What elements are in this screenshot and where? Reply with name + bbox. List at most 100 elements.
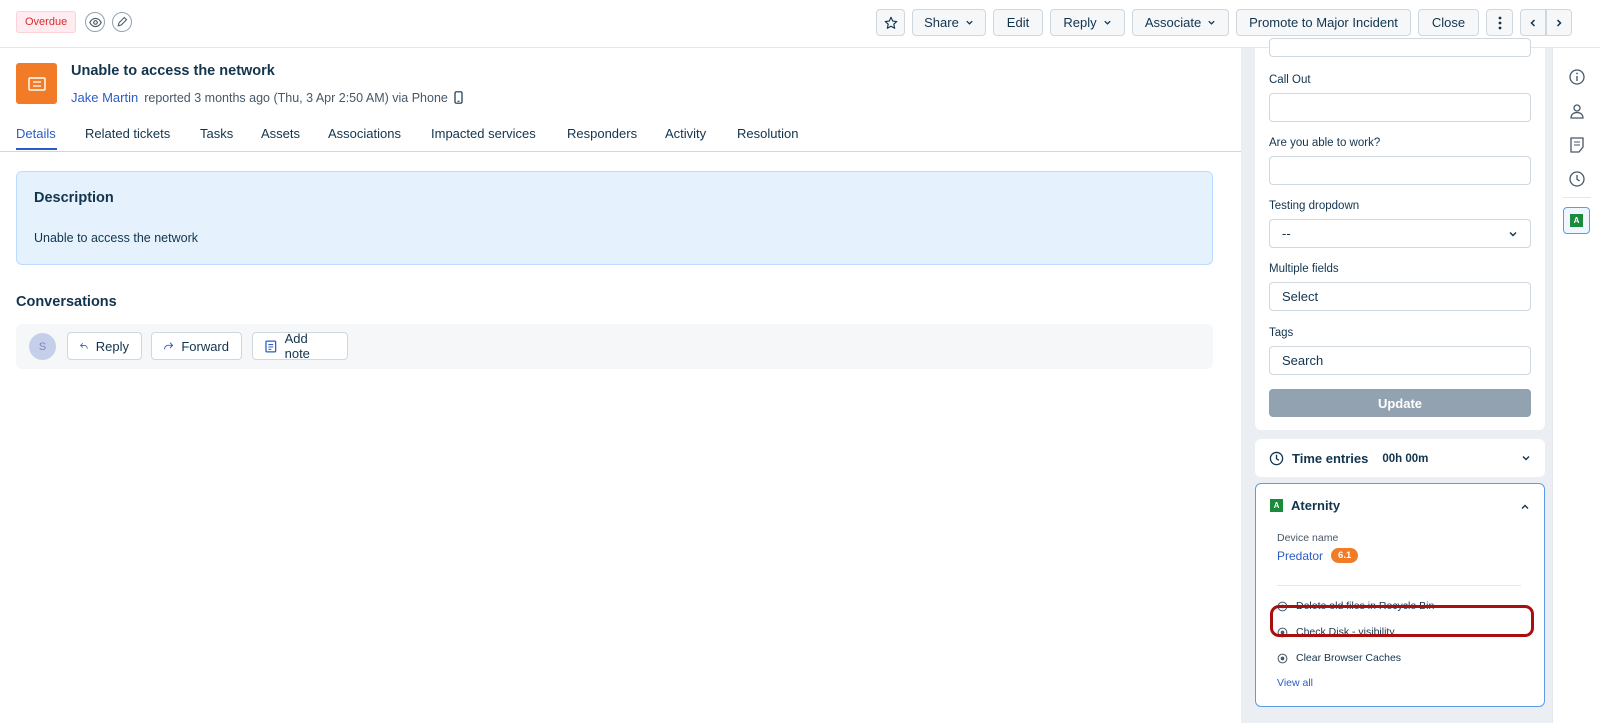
active-tab-indicator (16, 148, 57, 150)
field-label-call-out: Call Out (1269, 74, 1311, 86)
call-out-input[interactable] (1269, 93, 1531, 122)
properties-card: Call Out Are you able to work? Testing d… (1255, 38, 1545, 430)
testing-dropdown-select[interactable]: -- (1269, 219, 1531, 248)
update-button[interactable]: Update (1269, 389, 1531, 417)
chevron-down-icon (966, 20, 973, 25)
chevron-up-icon[interactable] (1520, 502, 1530, 512)
time-entries-value: 00h 00m (1382, 452, 1429, 465)
promote-label: Promote to Major Incident (1249, 15, 1398, 30)
highlight-annotation (1270, 605, 1534, 637)
chevron-down-icon (1208, 20, 1215, 25)
testing-dropdown-value: -- (1282, 226, 1291, 241)
aternity-title: Aternity (1291, 498, 1341, 513)
reply-icon (80, 342, 88, 349)
field-label-tags: Tags (1269, 327, 1294, 339)
tab-activity[interactable]: Activity (665, 126, 706, 141)
chevron-down-icon[interactable] (1521, 453, 1531, 463)
add-note-button[interactable]: Add note (252, 331, 348, 361)
eye-icon (88, 17, 102, 27)
field-label-testing-dropdown: Testing dropdown (1269, 200, 1360, 212)
reported-text: reported 3 months ago (Thu, 3 Apr 2:50 A… (144, 90, 448, 105)
associate-label: Associate (1144, 15, 1202, 30)
device-row: Predator 6.1 (1277, 548, 1359, 563)
star-icon (884, 16, 897, 29)
divider (1277, 585, 1521, 586)
reply-label: Reply (95, 338, 129, 354)
clock-icon[interactable] (1568, 170, 1586, 188)
tab-assets[interactable]: Assets (261, 126, 300, 141)
aternity-app-card: A Aternity Device name Predator 6.1 Dele… (1255, 483, 1545, 707)
description-text: Unable to access the network (34, 231, 198, 245)
promote-major-incident-button[interactable]: Promote to Major Incident (1236, 9, 1411, 36)
clock-icon (1269, 451, 1284, 466)
ticket-meta: Jake Martin reported 3 months ago (Thu, … (71, 90, 463, 105)
conversation-actions-bar: S Reply Forward Add note (16, 324, 1213, 369)
tab-related-tickets[interactable]: Related tickets (85, 126, 170, 141)
app-rail: A (1552, 48, 1600, 723)
tags-input[interactable]: Search (1269, 346, 1531, 375)
close-ticket-button[interactable]: Close (1418, 9, 1479, 36)
field-label-able-to-work: Are you able to work? (1269, 137, 1381, 149)
description-title: Description (34, 190, 114, 206)
tags-placeholder: Search (1282, 353, 1324, 368)
forward-label: Forward (181, 338, 229, 354)
reply-button[interactable]: Reply (67, 332, 142, 360)
info-icon[interactable] (1568, 68, 1586, 86)
aternity-rail-button[interactable]: A (1563, 207, 1590, 234)
edit-button[interactable]: Edit (993, 9, 1043, 36)
forward-button[interactable]: Forward (151, 332, 242, 360)
pencil-icon (117, 16, 128, 27)
edit-pencil-button[interactable] (112, 12, 132, 32)
more-vertical-icon (1498, 16, 1501, 29)
edit-label: Edit (1006, 15, 1030, 30)
able-to-work-input[interactable] (1269, 156, 1531, 185)
tab-impacted-services[interactable]: Impacted services (431, 126, 536, 141)
rail-divider (1563, 197, 1591, 198)
device-score-badge: 6.1 (1331, 548, 1359, 563)
notes-icon[interactable] (1568, 136, 1586, 154)
tab-responders[interactable]: Responders (567, 126, 637, 141)
next-ticket-button[interactable] (1546, 9, 1572, 36)
time-entries-card[interactable]: Time entries 00h 00m (1255, 439, 1545, 477)
requester-icon[interactable] (1568, 102, 1586, 120)
property-field-partial[interactable] (1269, 38, 1531, 57)
aternity-header: A Aternity (1270, 498, 1340, 513)
chevron-down-icon (1103, 20, 1111, 25)
watch-button[interactable] (85, 12, 105, 32)
add-note-label: Add note (284, 331, 310, 361)
ticket-title: Unable to access the network (71, 63, 275, 79)
tab-associations[interactable]: Associations (328, 126, 401, 141)
conversations-title: Conversations (16, 294, 117, 310)
reply-dropdown-button[interactable]: Reply (1050, 9, 1125, 36)
more-options-button[interactable] (1486, 9, 1513, 36)
share-button[interactable]: Share (912, 9, 986, 36)
ticket-type-icon (16, 63, 57, 104)
note-icon (265, 340, 277, 352)
chevron-right-icon (1556, 18, 1562, 27)
description-box: Description Unable to access the network (16, 171, 1213, 265)
share-label: Share (924, 15, 959, 30)
device-name-label: Device name (1277, 532, 1339, 544)
time-entries-header: Time entries 00h 00m (1269, 451, 1428, 466)
forward-icon (164, 342, 174, 350)
tab-tasks[interactable]: Tasks (200, 126, 233, 141)
remediation-action-item[interactable]: Clear Browser Caches (1277, 652, 1401, 664)
reply-label: Reply (1063, 15, 1097, 30)
tab-details[interactable]: Details (16, 126, 56, 141)
aternity-logo-icon: A (1570, 214, 1583, 227)
phone-icon (454, 91, 463, 104)
action-status-icon (1277, 653, 1288, 663)
previous-ticket-button[interactable] (1520, 9, 1546, 36)
multiple-fields-select[interactable]: Select (1269, 282, 1531, 311)
ticket-tabs: Details Related tickets Tasks Assets Ass… (0, 122, 1241, 152)
time-entries-label: Time entries (1292, 451, 1369, 466)
requester-link[interactable]: Jake Martin (71, 90, 138, 105)
ticket-icon (27, 76, 46, 91)
star-button[interactable] (876, 9, 905, 36)
chevron-left-icon (1530, 18, 1536, 27)
device-name-link[interactable]: Predator (1277, 549, 1323, 563)
tab-resolution[interactable]: Resolution (737, 126, 798, 141)
view-all-link[interactable]: View all (1277, 677, 1313, 689)
field-label-multiple-fields: Multiple fields (1269, 263, 1339, 275)
associate-button[interactable]: Associate (1132, 9, 1229, 36)
